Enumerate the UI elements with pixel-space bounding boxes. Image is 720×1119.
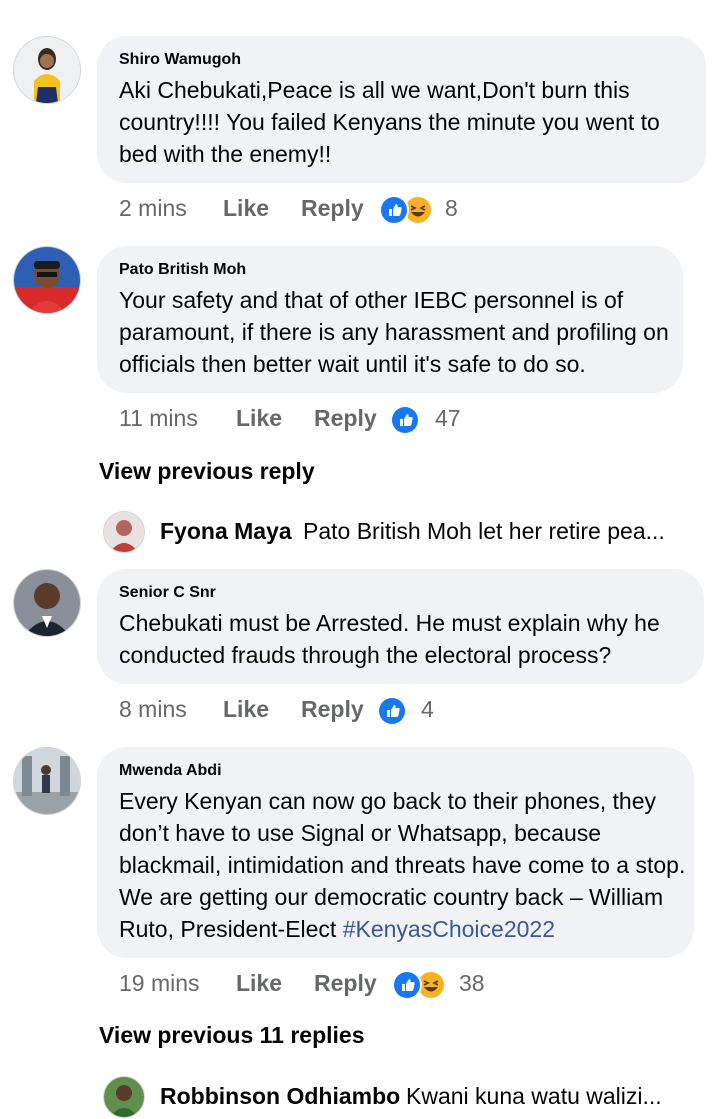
comment-bubble: Shiro Wamugoh Aki Chebukati,Peace is all… (97, 36, 706, 183)
comment-actions: 8 mins Like Reply 4 (119, 696, 479, 726)
avatar[interactable] (14, 247, 80, 313)
comment-author[interactable]: Senior C Snr (119, 584, 216, 602)
comment-time[interactable]: 19 mins (119, 970, 200, 997)
comment-bubble: Senior C Snr Chebukati must be Arrested.… (97, 569, 704, 684)
avatar[interactable] (104, 1077, 144, 1117)
reply-author[interactable]: Robbinson Odhiambo (160, 1083, 400, 1110)
reply-text: Kwani kuna watu walizi... (406, 1083, 662, 1109)
comment-text: Every Kenyan can now go back to their ph… (119, 785, 689, 945)
reply-button[interactable]: Reply (301, 195, 364, 222)
reply-preview[interactable]: Fyona Maya Pato British Moh let her reti… (104, 510, 704, 554)
reaction-count[interactable]: 4 (421, 696, 434, 723)
reply-author[interactable]: Fyona Maya (160, 518, 292, 545)
comment-bubble: Pato British Moh Your safety and that of… (97, 246, 683, 393)
comment-time[interactable]: 8 mins (119, 696, 187, 723)
like-icon (379, 195, 409, 225)
comment-text: Chebukati must be Arrested. He must expl… (119, 610, 660, 668)
comment-author[interactable]: Pato British Moh (119, 261, 246, 279)
comment-text: Your safety and that of other IEBC perso… (119, 287, 669, 377)
view-previous-replies-link[interactable]: View previous 11 replies (99, 1022, 365, 1049)
like-icon (392, 970, 422, 1000)
avatar[interactable] (14, 37, 80, 103)
comment-actions: 11 mins Like Reply 47 (119, 405, 479, 435)
avatar[interactable] (14, 570, 80, 636)
hashtag-link[interactable]: #KenyasChoice2022 (343, 916, 555, 942)
comment-author[interactable]: Shiro Wamugoh (119, 51, 241, 69)
reactions-summary[interactable] (377, 195, 433, 225)
reply-button[interactable]: Reply (301, 696, 364, 723)
comment-bubble: Mwenda Abdi Every Kenyan can now go back… (97, 747, 694, 958)
comment-time[interactable]: 2 mins (119, 195, 187, 222)
comment-actions: 19 mins Like Reply 38 (119, 970, 499, 1000)
like-icon (377, 696, 407, 726)
reply-button[interactable]: Reply (314, 405, 377, 432)
avatar[interactable] (14, 748, 80, 814)
reaction-count[interactable]: 38 (459, 970, 485, 997)
comment-author[interactable]: Mwenda Abdi (119, 762, 222, 780)
view-previous-replies-link[interactable]: View previous reply (99, 458, 315, 485)
like-button[interactable]: Like (223, 696, 269, 723)
reactions-summary[interactable] (390, 970, 446, 1000)
reactions-summary[interactable] (390, 405, 440, 435)
like-button[interactable]: Like (236, 970, 282, 997)
like-button[interactable]: Like (236, 405, 282, 432)
reply-preview[interactable]: Robbinson Odhiambo Kwani kuna watu waliz… (104, 1075, 704, 1119)
comment-text: Aki Chebukati,Peace is all we want,Don't… (119, 77, 660, 167)
reply-button[interactable]: Reply (314, 970, 377, 997)
like-icon (390, 405, 420, 435)
comment-time[interactable]: 11 mins (119, 405, 198, 432)
avatar[interactable] (104, 512, 144, 552)
comment-actions: 2 mins Like Reply 8 (119, 195, 479, 225)
reaction-count[interactable]: 8 (445, 195, 458, 222)
reply-text: Pato British Moh let her retire pea... (303, 518, 665, 544)
like-button[interactable]: Like (223, 195, 269, 222)
reaction-count[interactable]: 47 (435, 405, 461, 432)
reactions-summary[interactable] (377, 696, 427, 726)
